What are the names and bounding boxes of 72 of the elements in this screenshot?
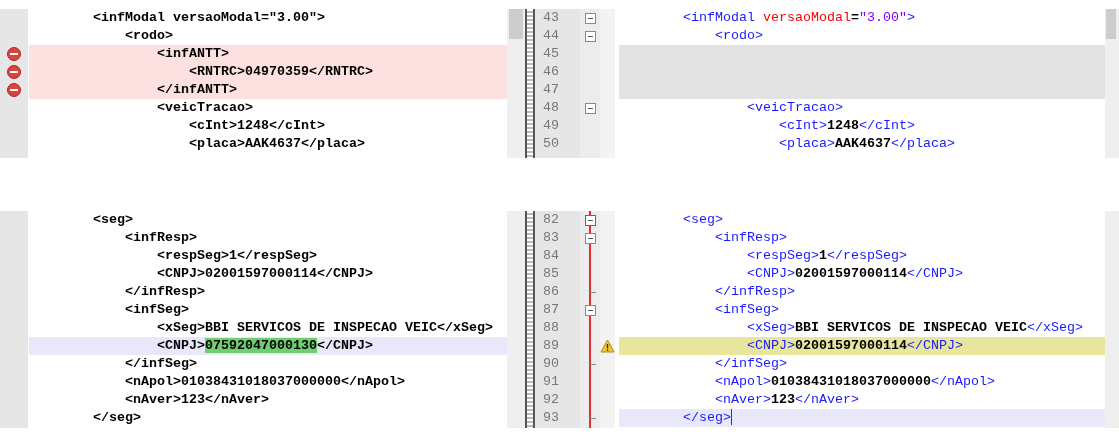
line-number: 43 — [542, 9, 560, 27]
code-line: </infSeg> — [123, 356, 197, 371]
collapse-icon[interactable] — [584, 102, 596, 114]
line-number: 93 — [542, 409, 560, 427]
line-number: 83 — [542, 229, 560, 247]
code-line: <CNPJ>02001597000114</CNPJ> — [746, 266, 963, 281]
code-line: <cInt>1248</cInt> — [187, 118, 325, 133]
code-line: <placa>AAK4637</placa> — [187, 136, 365, 151]
code-line: <infModal versaoModal="3.00"> — [682, 10, 915, 25]
line-number: 47 — [542, 81, 560, 99]
collapse-icon[interactable] — [584, 30, 596, 42]
code-line: <rodo> — [714, 28, 763, 43]
code-line: <rodo> — [123, 28, 173, 43]
line-number: 87 — [542, 301, 560, 319]
code-line: <nApol>01038431018037000000</nApol> — [714, 374, 995, 389]
code-line: </infANTT> — [155, 82, 237, 97]
code-line: <infModal versaoModal="3.00"> — [92, 10, 325, 25]
scrollbar[interactable] — [1105, 211, 1119, 428]
line-number: 88 — [542, 319, 560, 337]
line-number: 85 — [542, 265, 560, 283]
code-line: <veicTracao> — [746, 100, 843, 115]
remove-icon — [7, 65, 21, 79]
code-line: <RNTRC>04970359</RNTRC> — [187, 64, 373, 79]
code-line: </infResp> — [714, 284, 795, 299]
collapse-icon[interactable] — [584, 232, 596, 244]
code-line: <cInt>1248</cInt> — [777, 118, 915, 133]
line-number: 89 — [542, 337, 560, 355]
code-line: <seg> — [92, 212, 133, 227]
splitter[interactable] — [525, 9, 535, 158]
line-number: 86 — [542, 283, 560, 301]
line-number: 45 — [542, 45, 560, 63]
code-line: </infSeg> — [714, 356, 787, 371]
splitter[interactable] — [525, 211, 535, 428]
code-line: <infSeg> — [123, 302, 189, 317]
line-number: 92 — [542, 391, 560, 409]
code-line: </seg> — [92, 410, 141, 425]
code-line: <nApol>01038431018037000000</nApol> — [123, 374, 405, 389]
collapse-icon[interactable] — [584, 214, 596, 226]
scrollbar[interactable] — [1105, 9, 1119, 158]
line-number: 82 — [542, 211, 560, 229]
code-line: <CNPJ>02001597000114</CNPJ> — [155, 266, 373, 281]
code-line: <respSeg>1</respSeg> — [746, 248, 907, 263]
code-line: </infResp> — [123, 284, 205, 299]
line-number: 90 — [542, 355, 560, 373]
scrollbar[interactable] — [507, 211, 525, 428]
code-line: <nAver>123</nAver> — [123, 392, 269, 407]
code-line: <infResp> — [714, 230, 787, 245]
code-line: <veicTracao> — [155, 100, 253, 115]
code-line: <respSeg>1</respSeg> — [155, 248, 317, 263]
text-cursor — [731, 409, 732, 426]
remove-icon — [7, 47, 21, 61]
collapse-icon[interactable] — [584, 12, 596, 24]
line-number: 84 — [542, 247, 560, 265]
line-number: 91 — [542, 373, 560, 391]
line-number: 44 — [542, 27, 560, 45]
code-line: <infSeg> — [714, 302, 779, 317]
line-number: 50 — [542, 135, 560, 153]
line-number: 49 — [542, 117, 560, 135]
code-line: <xSeg>BBI SERVICOS DE INSPECAO VEIC</xSeg> — [746, 320, 1083, 335]
code-line: <nAver>123</nAver> — [714, 392, 859, 407]
code-line: <xSeg>BBI SERVICOS DE INSPECAO VEIC</xSeg> — [155, 320, 493, 335]
code-line: <infANTT> — [155, 46, 229, 61]
line-number: 46 — [542, 63, 560, 81]
remove-icon — [7, 83, 21, 97]
line-number: 48 — [542, 99, 560, 117]
code-line: <CNPJ>02001597000114</CNPJ> — [746, 338, 963, 353]
code-line: <infResp> — [123, 230, 197, 245]
collapse-icon[interactable] — [584, 304, 596, 316]
scrollbar[interactable] — [507, 9, 525, 158]
code-line: <placa>AAK4637</placa> — [777, 136, 955, 151]
code-line: <seg> — [682, 212, 723, 227]
code-line: </seg> — [682, 410, 731, 425]
